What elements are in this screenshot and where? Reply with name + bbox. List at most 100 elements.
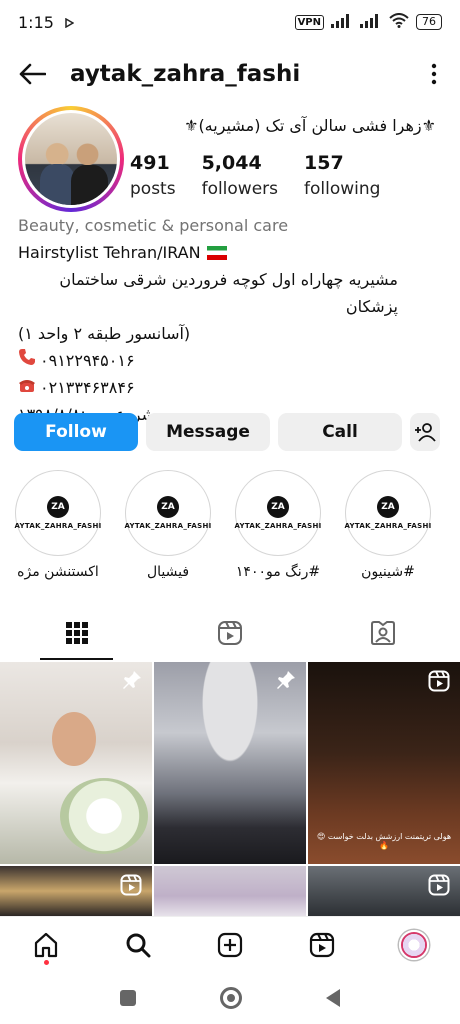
follow-button[interactable]: Follow	[14, 413, 138, 451]
nav-reels[interactable]	[294, 917, 350, 973]
profile-actions: Follow Message Call	[14, 413, 446, 451]
suggested-accounts-button[interactable]	[410, 413, 440, 451]
highlight-label: اکستنشن مژه	[17, 564, 99, 580]
iran-flag-icon	[206, 245, 227, 260]
bio-address: مشیریه چهاراه اول کوچه فروردین شرقی ساخت…	[59, 270, 398, 316]
highlight-cover: ZA AYTAK_ZAHRA_FASHI	[14, 474, 101, 552]
phone-number: ۰۹۱۲۲۹۴۵۰۱۶	[40, 351, 135, 370]
reel-badge-icon	[428, 874, 450, 900]
system-navigation-bar	[0, 972, 460, 1024]
stat-label: posts	[130, 179, 176, 199]
stat-following[interactable]: 157 following	[304, 150, 380, 202]
kebab-menu-icon	[431, 63, 437, 85]
highlight-item[interactable]: ZA AYTAK_ZAHRA_FASHI فیشیال	[124, 470, 212, 590]
profile-display-name: ⚜زهرا فشی سالن آی تک (مشیریه)⚜	[184, 116, 436, 135]
avatar-figure-woman	[71, 164, 108, 205]
system-home-icon[interactable]	[220, 987, 242, 1009]
tab-tagged[interactable]	[307, 606, 460, 660]
grid-icon	[65, 622, 88, 644]
highlight-label: #رنگ مو۱۴۰۰	[235, 564, 321, 580]
story-highlights: ZA AYTAK_ZAHRA_FASHI اکستنشن مژه ZA AYTA…	[0, 470, 460, 590]
signal-icon	[331, 13, 353, 32]
brand-logo-icon: ZA	[377, 496, 399, 518]
highlight-ring: ZA AYTAK_ZAHRA_FASHI	[234, 470, 321, 556]
more-options-button[interactable]	[424, 58, 444, 90]
arrow-left-icon	[19, 63, 46, 85]
profile-avatar[interactable]	[18, 106, 124, 212]
status-left: 1:15	[18, 12, 75, 32]
reels-icon	[217, 621, 242, 645]
stat-posts[interactable]: 491 posts	[130, 150, 176, 202]
highlight-brand: AYTAK_ZAHRA_FASHI	[234, 522, 322, 530]
vpn-badge: VPN	[294, 14, 324, 30]
highlight-item[interactable]: ZA AYTAK_ZAHRA_FASHI #شینیون	[344, 470, 432, 590]
stat-value: 491	[130, 152, 170, 174]
call-button[interactable]: Call	[278, 413, 402, 451]
highlight-brand: AYTAK_ZAHRA_FASHI	[344, 522, 432, 530]
highlight-item[interactable]: ZA AYTAK_ZAHRA_FASHI #رنگ مو۱۴۰۰	[234, 470, 322, 590]
stat-label: followers	[201, 179, 279, 199]
nav-profile[interactable]	[386, 917, 442, 973]
post-thumbnail[interactable]: هولی تریتمنت ارزشش بدلت خواست 😍🔥	[308, 662, 460, 864]
tagged-person-icon	[371, 621, 396, 645]
highlight-cover: ZA AYTAK_ZAHRA_FASHI	[234, 474, 321, 552]
highlight-label: فیشیال	[146, 564, 190, 580]
brand-logo-icon: ZA	[47, 496, 69, 518]
stat-label: following	[304, 179, 381, 199]
post-thumbnail[interactable]	[308, 866, 460, 916]
post-thumbnail[interactable]	[154, 866, 306, 916]
profile-avatar-icon	[399, 929, 429, 960]
post-caption-overlay: هولی تریتمنت ارزشش بدلت خواست 😍🔥	[316, 832, 452, 850]
nav-create[interactable]	[202, 917, 258, 973]
notification-dot	[43, 959, 49, 965]
profile-header: aytak_zahra_fashi	[0, 50, 460, 98]
back-button[interactable]	[16, 58, 48, 90]
bio-line-1: Hairstylist Tehran/IRAN	[18, 239, 438, 266]
highlight-label: #شینیون	[361, 564, 415, 580]
bio-phone-2[interactable]: ۰۲۱۳۳۴۶۳۸۴۶	[18, 374, 438, 401]
highlight-ring: ZA AYTAK_ZAHRA_FASHI	[14, 470, 101, 556]
stat-value: 5,044	[201, 152, 262, 174]
highlight-cover: ZA AYTAK_ZAHRA_FASHI	[124, 474, 211, 552]
post-thumbnail[interactable]	[0, 662, 152, 864]
bio-address-unit: (آسانسور طبقه ۲ واحد ۱)	[18, 324, 191, 343]
phone-number: ۰۲۱۳۳۴۶۳۸۴۶	[40, 378, 135, 397]
nav-search[interactable]	[110, 917, 166, 973]
profile-username: aytak_zahra_fashi	[70, 61, 301, 87]
profile-category: Beauty, cosmetic & personal care	[18, 216, 289, 235]
highlight-ring: ZA AYTAK_ZAHRA_FASHI	[344, 470, 432, 556]
search-icon	[126, 933, 151, 957]
status-time: 1:15	[18, 12, 54, 32]
bio-text: Hairstylist Tehran/IRAN	[18, 243, 201, 262]
pin-icon	[276, 670, 296, 694]
brand-logo-icon: ZA	[157, 496, 179, 518]
reel-badge-icon	[120, 874, 142, 900]
system-back-icon[interactable]	[326, 989, 340, 1007]
play-icon	[64, 13, 75, 32]
posts-grid: هولی تریتمنت ارزشش بدلت خواست 😍🔥	[0, 662, 460, 916]
post-thumbnail[interactable]	[0, 866, 152, 916]
battery-indicator: 76	[416, 14, 442, 30]
phone-icon	[18, 347, 36, 374]
tab-reels[interactable]	[153, 606, 306, 660]
profile-bio: Beauty, cosmetic & personal care Hairsty…	[18, 212, 438, 428]
status-bar: 1:15 VPN 76	[0, 0, 460, 44]
content-tabs	[0, 606, 460, 660]
highlight-brand: AYTAK_ZAHRA_FASHI	[14, 522, 102, 530]
message-button[interactable]: Message	[146, 413, 270, 451]
tab-posts-grid[interactable]	[0, 606, 153, 660]
highlight-brand: AYTAK_ZAHRA_FASHI	[124, 522, 212, 530]
home-icon	[34, 932, 58, 957]
bio-phone-1[interactable]: ۰۹۱۲۲۹۴۵۰۱۶	[18, 347, 438, 374]
signal-icon-2	[360, 13, 382, 32]
stat-followers[interactable]: 5,044 followers	[202, 150, 278, 202]
add-person-icon	[415, 423, 436, 442]
avatar-photo	[25, 113, 117, 205]
profile-stats: 491 posts 5,044 followers 157 following	[130, 150, 406, 202]
reel-badge-icon	[428, 670, 450, 696]
post-image-detail	[52, 712, 96, 766]
nav-home[interactable]	[18, 917, 74, 973]
recent-apps-icon[interactable]	[120, 990, 136, 1006]
highlight-item[interactable]: ZA AYTAK_ZAHRA_FASHI اکستنشن مژه	[14, 470, 102, 590]
post-thumbnail[interactable]	[154, 662, 306, 864]
